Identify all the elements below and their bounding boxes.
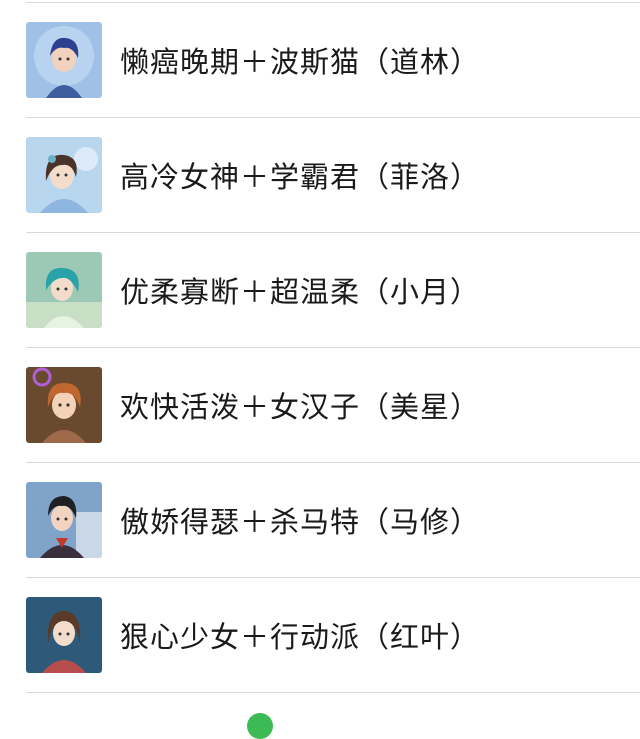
list-item[interactable]: 懒癌晚期＋波斯猫（道林） <box>26 3 640 118</box>
contact-name: 懒癌晚期＋波斯猫（道林） <box>120 45 481 79</box>
list-item[interactable]: 欢快活泼＋女汉子（美星） <box>26 348 640 463</box>
list-item[interactable]: 傲娇得瑟＋杀马特（马修） <box>26 463 640 578</box>
status-dot <box>247 713 273 739</box>
contact-name: 欢快活泼＋女汉子（美星） <box>120 390 481 424</box>
avatar-brown-hair-girl-icon <box>26 597 102 673</box>
avatar-teal-hair-girl-icon <box>26 252 102 328</box>
list-item[interactable]: 优柔寡断＋超温柔（小月） <box>26 233 640 348</box>
avatar-blue-hair-boy-icon <box>26 22 102 98</box>
contact-name: 优柔寡断＋超温柔（小月） <box>120 275 481 309</box>
contact-name: 傲娇得瑟＋杀马特（马修） <box>120 505 481 539</box>
contact-name: 高冷女神＋学霸君（菲洛） <box>120 160 481 194</box>
avatar-girl-flowers-icon <box>26 137 102 213</box>
contact-list: 懒癌晚期＋波斯猫（道林） 高冷女神＋学霸君（菲洛） 优柔寡断＋超温柔（小月） 欢… <box>0 3 640 693</box>
list-item[interactable]: 狠心少女＋行动派（红叶） <box>26 578 640 693</box>
contact-name: 狠心少女＋行动派（红叶） <box>120 620 481 654</box>
avatar-dark-hair-boy-icon <box>26 482 102 558</box>
list-item[interactable]: 高冷女神＋学霸君（菲洛） <box>26 118 640 233</box>
avatar-orange-hair-girl-icon <box>26 367 102 443</box>
